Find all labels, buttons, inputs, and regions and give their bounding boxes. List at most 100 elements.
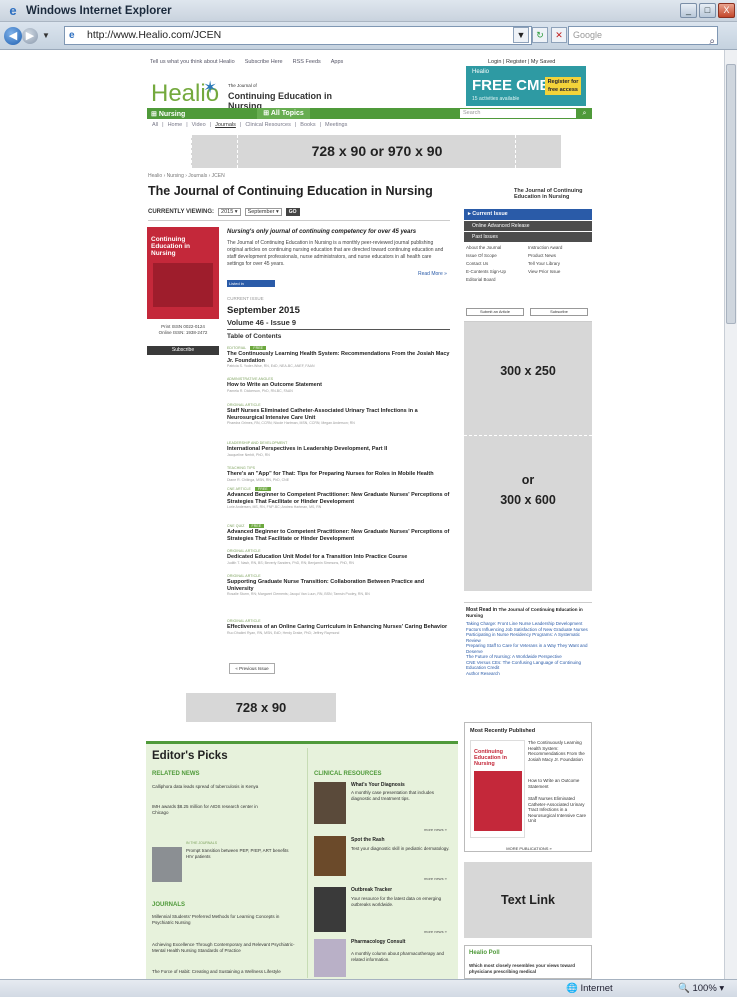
journal-item[interactable]: The Force of Habit: Creating and Sustain… [152,969,297,975]
most-read-item[interactable]: Factors Influencing Job Satisfaction of … [466,627,590,644]
news-item[interactable]: Prompt transition between PEP, PrEP, ART… [186,848,296,860]
most-read-item[interactable]: Taking Charge: Front Line Nurse Leadersh… [466,621,590,627]
sidebar-current-issue[interactable]: ▸ Current Issue [464,209,592,220]
toc-title[interactable]: Effectiveness of an Online Caring Curric… [227,624,450,631]
maximize-button[interactable]: □ [699,3,716,18]
mid-ad-placeholder[interactable]: 728 x 90 [186,693,336,722]
nav-all-topics[interactable]: ⊞ All Topics [257,108,310,119]
more-link[interactable]: more news » [424,929,447,934]
site-search-input[interactable]: Search [459,108,577,119]
sidebar-link[interactable]: About the Journal [466,245,528,250]
subnav-item[interactable]: Meetings [325,122,347,128]
recent-cover[interactable]: Continuing Education in Nursing [470,740,525,838]
close-button[interactable]: X [718,3,735,18]
sidebar-link[interactable]: View Prior Issue [528,269,590,274]
subnav-item[interactable]: Home [168,122,183,128]
most-read-item[interactable]: Preparing Staff to Care for Veterans in … [466,643,590,654]
resource-title[interactable]: Spot the Rash [351,837,385,843]
toc-item[interactable]: ORIGINAL ARTICLE Staff Nurses Eliminated … [227,403,450,426]
recent-item[interactable]: Staff Nurses Eliminated Catheter-Associa… [528,796,588,824]
journal-cover[interactable]: Continuing Education in Nursing [147,227,219,319]
sidebar-journal-logo[interactable]: The Journal of Continuing Education in N… [464,188,592,208]
toc-title[interactable]: There's an "App" for That: Tips for Prep… [227,471,450,478]
sidebar-online-advanced[interactable]: Online Advanced Release [464,221,592,231]
read-more-link[interactable]: Read More » [418,271,447,277]
resource-photo[interactable] [314,939,346,977]
toc-item[interactable]: TEACHING TIPS There's an "App" for That: … [227,466,450,482]
year-select[interactable]: 2015 ▾ [218,208,241,216]
address-field[interactable]: e http://www.Healio.com/JCEN [64,26,532,45]
previous-issue-button[interactable]: « Previous Issue [229,663,275,674]
cme-banner[interactable]: Healio FREE CME 15 activities available … [466,66,586,106]
recent-item[interactable]: How to Write an Outcome Statement [528,778,588,789]
subscribe-button[interactable]: Subscribe [147,346,219,355]
history-dropdown-icon[interactable]: ▼ [42,31,50,40]
vertical-scrollbar[interactable] [724,50,737,979]
browser-search-input[interactable]: Google ⌕ [568,26,718,47]
toc-title[interactable]: The Continuously Learning Health System:… [227,351,450,364]
toc-item[interactable]: ORIGINAL ARTICLE Supporting Graduate Nurs… [227,574,450,597]
more-link[interactable]: more news » [424,827,447,832]
more-publications-link[interactable]: MORE PUBLICATIONS » [465,846,593,851]
url-dropdown-icon[interactable]: ▼ [513,27,529,43]
news-photo[interactable] [152,847,182,882]
search-icon[interactable]: ⌕ [709,33,715,50]
subnav-item[interactable]: Journals [215,122,236,128]
refresh-icon[interactable]: ↻ [532,27,548,43]
subnav-item[interactable]: Books [300,122,315,128]
toc-title[interactable]: Advanced Beginner to Competent Practitio… [227,529,450,542]
month-select[interactable]: September ▾ [244,208,282,216]
subnav-item[interactable]: All [152,122,158,128]
toc-item[interactable]: EDITORIAL FREE The Continuously Learning H… [227,346,450,369]
top-link[interactable]: RSS Feeds [293,59,321,65]
subnav-item[interactable]: Clinical Resources [245,122,291,128]
sidebar-past-issues[interactable]: Past Issues [464,232,592,242]
breadcrumb[interactable]: Healio › Nursing › Journals › JCEN [148,173,225,179]
news-item[interactable]: Calliphora data leads spread of tubercul… [152,784,297,790]
most-read-item[interactable]: CNE Versus CEs: The Confusing Language o… [466,660,590,671]
back-button[interactable]: ◀ [4,26,22,45]
toc-item[interactable]: ORIGINAL ARTICLE Effectiveness of an Onli… [227,619,450,635]
toc-item[interactable]: ORIGINAL ARTICLE Dedicated Education Unit… [227,549,450,565]
top-link[interactable]: Subscribe Here [245,59,283,65]
resource-photo[interactable] [314,836,346,876]
top-link[interactable]: Apps [331,59,344,65]
resource-photo[interactable] [314,887,346,932]
recent-item[interactable]: The Continuously Learning Health System:… [528,740,588,762]
medline-badge[interactable]: Listed in MEDLINE/PubMed [227,280,275,293]
forward-button[interactable]: ▶ [22,27,38,44]
submit-article-button[interactable]: Submit an Article [466,308,524,316]
news-item[interactable]: IMH awards $8.25 million for AIDS resear… [152,804,272,816]
login-links[interactable]: Login | Register | My Saved [488,59,555,65]
journal-item[interactable]: Millennial Students' Preferred Methods f… [152,914,297,926]
scrollbar-thumb[interactable] [726,64,736,324]
toc-item[interactable]: ADMINISTRATIVE ANGLES How to Write an Out… [227,377,450,393]
toc-title[interactable]: Staff Nurses Eliminated Catheter-Associa… [227,408,450,421]
site-search-button[interactable]: ⌕ [577,108,592,119]
sidebar-link[interactable]: Issue Of Scope [466,253,528,258]
cme-register-button[interactable]: Register for free access [545,77,581,95]
side-ad-placeholder[interactable]: 300 x 250 or 300 x 600 [464,321,592,591]
resource-title[interactable]: Outbreak Tracker [351,887,392,893]
sidebar-subscribe-button[interactable]: Subscribe [530,308,588,316]
top-ad-placeholder[interactable]: 728 x 90 or 970 x 90 [191,135,561,168]
stop-icon[interactable]: ✕ [551,27,567,43]
toc-item[interactable]: LEADERSHIP AND DEVELOPMENT International … [227,441,450,457]
top-link[interactable]: Tell us what you think about Healio [150,59,235,65]
resource-photo[interactable] [314,782,346,824]
most-read-item[interactable]: Author Research [466,671,590,677]
nav-nursing[interactable]: ⊞ Nursing [147,110,195,118]
sidebar-link[interactable]: E-Contents Sign-Up [466,269,528,274]
more-link[interactable]: more news » [424,876,447,881]
toc-item[interactable]: CNE QUIZ FREE Advanced Beginner to Compete… [227,524,450,542]
sidebar-link[interactable]: Tell Your Library [528,261,590,266]
go-button[interactable]: GO [285,208,300,216]
resource-title[interactable]: Pharmacology Consult [351,939,405,945]
sidebar-link[interactable]: Instruction Award [528,245,590,250]
sidebar-link[interactable]: Editorial Board [466,277,528,282]
subnav-item[interactable]: Video [192,122,206,128]
toc-title[interactable]: Advanced Beginner to Competent Practitio… [227,492,450,505]
sidebar-link[interactable]: Contact Us [466,261,528,266]
resource-title[interactable]: What's Your Diagnosis [351,782,405,788]
journal-item[interactable]: Achieving Excellence Through Contemporar… [152,942,302,954]
